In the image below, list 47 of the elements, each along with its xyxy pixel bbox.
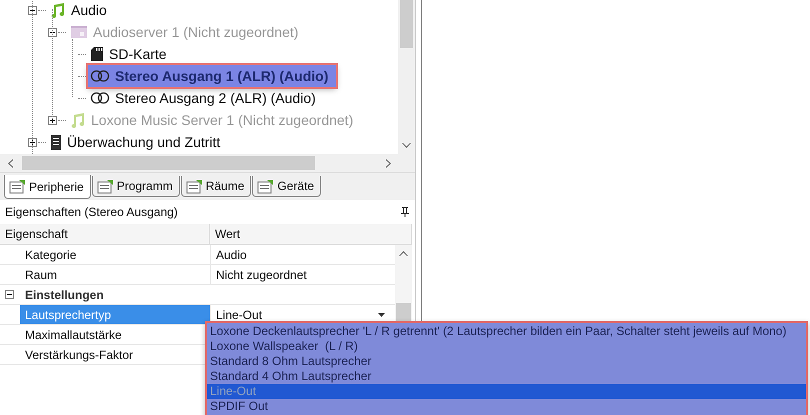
rings-icon (90, 70, 110, 82)
scrollbar[interactable] (0, 154, 415, 172)
document-icon (257, 178, 274, 194)
tree-item[interactable]: Audio (68, 1, 111, 19)
scroll-right-icon (386, 158, 391, 168)
scrollbar[interactable] (395, 245, 412, 322)
server-icon (70, 24, 88, 40)
document-icon (96, 178, 114, 194)
sd-card-icon (90, 46, 104, 62)
scrollbar-thumb[interactable] (400, 0, 413, 48)
rings-icon (90, 92, 110, 104)
scrollbar-thumb[interactable] (22, 156, 315, 170)
caret-icon (378, 312, 384, 317)
tab[interactable]: Geräte (252, 176, 322, 198)
dropdown-menu[interactable] (205, 321, 808, 415)
document-icon (186, 178, 203, 194)
property-name[interactable]: Kategorie (20, 245, 210, 264)
dropdown-option[interactable]: Standard 8 Ohm Lautsprecher (207, 354, 806, 369)
music-note-icon (70, 112, 86, 128)
column-header[interactable]: Eigenschaft (0, 224, 210, 244)
property-value: Line-Out (216, 308, 262, 322)
property-value: Audio (216, 248, 247, 262)
device-icon (50, 134, 62, 150)
document-icon (9, 179, 26, 194)
tab[interactable]: Programm (92, 176, 180, 198)
collapse-icon[interactable] (28, 6, 37, 14)
dropdown-option[interactable]: Standard 4 Ohm Lautsprecher (207, 369, 806, 384)
panel-title: Eigenschaften (Stereo Ausgang) (5, 205, 178, 220)
tree-item[interactable]: Überwachung und Zutritt (64, 133, 224, 151)
pin-icon[interactable] (401, 207, 409, 218)
property-name[interactable]: Raum (20, 265, 210, 284)
column-header[interactable]: Wert (210, 224, 412, 244)
tab[interactable]: Räume (180, 176, 252, 198)
dropdown-option[interactable]: Loxone Wallspeaker (L / R) (207, 339, 806, 354)
scroll-up-icon (399, 251, 408, 256)
collapse-icon[interactable] (5, 290, 14, 300)
dropdown-option[interactable]: SPDIF Out (207, 399, 806, 414)
dropdown-option[interactable]: Loxone Deckenlautsprecher 'L / R getrennt' (2 Lautsprecher bilden ein Paar, Schalter steht jeweils auf Mono) (207, 324, 806, 339)
scroll-left-icon (8, 158, 13, 168)
scrollbar-thumb[interactable] (396, 303, 411, 322)
tab[interactable]: Peripherie (4, 175, 91, 200)
scroll-down-icon (402, 143, 411, 148)
property-value: Nicht zugeordnet (216, 268, 307, 282)
music-note-icon (50, 2, 66, 18)
expand-icon[interactable] (28, 138, 37, 146)
scrollbar[interactable] (398, 0, 415, 154)
group-label: Einstellungen (24, 286, 105, 304)
